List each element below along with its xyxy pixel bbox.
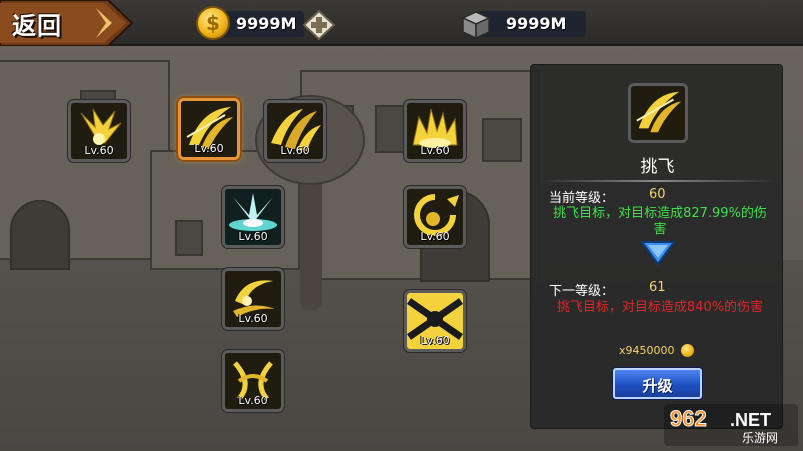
watermark-logo: 962 .NET 乐游网 bbox=[664, 404, 798, 446]
skill-slot-9[interactable]: Lv.60 bbox=[222, 350, 284, 412]
skill-slot-7[interactable]: Lv.60 bbox=[404, 186, 466, 248]
skill-slot-1[interactable]: Lv.60 bbox=[68, 100, 130, 162]
skill-detail-panel: 挑飞 当前等级： 60 挑飞目标，对目标造成827.99%的伤害 下一等级： 6… bbox=[530, 64, 783, 429]
skill-level-label: Lv.60 bbox=[84, 144, 114, 157]
current-level-description: 挑飞目标，对目标造成827.99%的伤害 bbox=[553, 206, 767, 237]
svg-text:962: 962 bbox=[670, 406, 707, 431]
skill-name: 挑飞 bbox=[640, 157, 675, 177]
next-level-description: 挑飞目标，对目标造成840%的伤害 bbox=[556, 300, 764, 315]
back-button[interactable]: 返回 bbox=[0, 0, 134, 46]
svg-text:.NET: .NET bbox=[730, 410, 771, 430]
next-level-label: 下一等级： bbox=[549, 284, 615, 299]
slash-icon bbox=[631, 86, 685, 140]
skill-slot-6[interactable]: Lv.60 bbox=[404, 100, 466, 162]
gold-coin-icon: $ bbox=[196, 6, 230, 40]
skill-level-label: Lv.60 bbox=[238, 312, 268, 325]
svg-text:乐游网: 乐游网 bbox=[742, 431, 778, 445]
gem-display: 9999M bbox=[478, 11, 586, 37]
upgrade-button[interactable]: 升级 bbox=[613, 368, 702, 399]
arrow-down-icon bbox=[640, 241, 676, 266]
cube-icon bbox=[461, 11, 491, 40]
upgrade-cost: x9450000 bbox=[619, 344, 675, 357]
top-bar: 返回 9999M $ 9999M bbox=[0, 0, 803, 46]
selected-skill-icon bbox=[628, 83, 688, 143]
skill-slot-8[interactable]: Lv.60 bbox=[404, 290, 466, 352]
skill-level-label: Lv.60 bbox=[420, 144, 450, 157]
gold-coin-icon bbox=[681, 344, 694, 357]
current-level-value: 60 bbox=[649, 187, 666, 202]
current-level-label: 当前等级： bbox=[549, 191, 615, 206]
add-gold-button[interactable] bbox=[302, 9, 336, 41]
skill-level-label: Lv.60 bbox=[280, 144, 310, 157]
plus-icon bbox=[302, 9, 336, 41]
skill-level-label: Lv.60 bbox=[238, 394, 268, 407]
skill-slot-2[interactable]: Lv.60 bbox=[178, 98, 240, 160]
skill-slot-4[interactable]: Lv.60 bbox=[222, 186, 284, 248]
skill-slot-5[interactable]: Lv.60 bbox=[222, 268, 284, 330]
gold-amount: 9999M bbox=[236, 14, 297, 33]
skill-level-label: Lv.60 bbox=[238, 230, 268, 243]
divider bbox=[539, 180, 776, 182]
upgrade-button-label: 升级 bbox=[642, 377, 673, 395]
next-level-value: 61 bbox=[649, 280, 666, 295]
gem-amount: 9999M bbox=[506, 14, 567, 33]
skill-level-label: Lv.60 bbox=[420, 334, 450, 347]
skill-level-label: Lv.60 bbox=[420, 230, 450, 243]
back-label: 返回 bbox=[12, 12, 62, 40]
skill-level-label: Lv.60 bbox=[194, 142, 224, 155]
skill-slot-3[interactable]: Lv.60 bbox=[264, 100, 326, 162]
